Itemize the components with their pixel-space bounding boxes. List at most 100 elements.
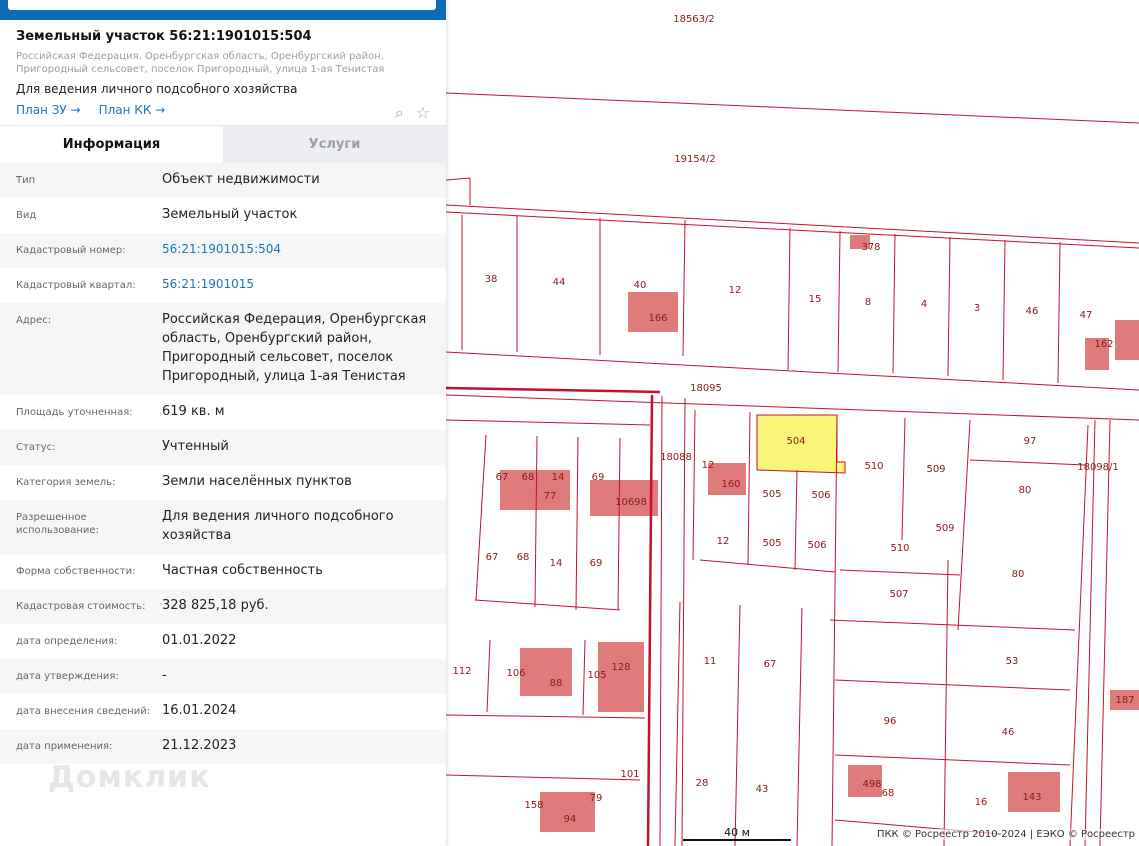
info-row: Тип Объект недвижимости [0,163,446,198]
parcel-label: 96 [884,716,897,727]
parcel-boundary [839,569,961,576]
parcel-boundary [957,419,971,631]
parcel-label: 509 [935,523,954,534]
info-row: Разрешенное использование: Для ведения ли… [0,500,446,554]
parcel-label: 187 [1115,695,1134,706]
parcel-label: 378 [861,242,880,253]
parcel-label: 43 [756,784,769,795]
building [628,292,678,332]
parcel-boundary [445,211,1139,249]
parcel-boundary [575,436,579,611]
map-attribution: ПКК © Росреестр 2010-2024 | ЕЭКО © Росре… [876,829,1135,840]
search-document-icon[interactable]: ⌕ [395,103,404,123]
row-label: дата утверждения: [16,671,119,682]
info-row: дата применения: 21.12.2023 [0,729,446,764]
star-icon[interactable]: ☆ [416,103,430,123]
parcel-label: 166 [648,313,667,324]
parcel-boundary [1084,419,1096,846]
parcel-boundary [445,204,1139,244]
parcel-boundary [837,230,841,373]
parcel-boundary [787,227,791,371]
search-input[interactable] [8,0,436,10]
row-value: Российская Федерация, Оренбургская облас… [162,312,427,384]
parcel-boundary [445,714,646,719]
parcel-boundary [646,394,654,846]
parcel-boundary [445,177,471,181]
parcel-label: 67 [486,552,499,563]
row-label: дата внесения сведений: [16,706,151,717]
parcel-boundary [474,599,621,611]
info-row: дата внесения сведений: 16.01.2024 [0,694,446,729]
plan-zu-link[interactable]: План ЗУ → [16,103,81,123]
parcel-label: 68 [517,552,530,563]
parcel-boundary [1069,424,1089,846]
row-value: Земли населённых пунктов [162,474,352,489]
parcel-boundary [969,459,1086,466]
parcel-label: 506 [811,490,830,501]
plan-kk-link[interactable]: План КК → [99,103,166,123]
tab-services[interactable]: Услуги [223,126,446,163]
info-row: Кадастровая стоимость: 328 825,18 руб. [0,589,446,624]
row-value: Объект недвижимости [162,172,320,187]
parcel-label: 44 [553,277,566,288]
parcel-boundary [445,92,1139,124]
info-table: Тип Объект недвижимости Вид Земельный участ… [0,163,446,764]
parcel-label: 40 [634,280,647,291]
row-value: 619 кв. м [162,404,225,419]
parcel-label: 80 [1012,569,1025,580]
row-value: 16.01.2024 [162,703,237,718]
parcel-address: Российская Федерация, Оренбургская облас… [16,51,385,75]
parcel-boundary [947,236,951,377]
row-value[interactable]: 56:21:1901015 [162,275,430,294]
parcel-label: 18098/1 [1077,462,1119,473]
parcel-label: 12 [702,460,715,471]
parcel-label: 67 [764,659,777,670]
parcel-label: 498 [862,779,881,790]
parcel-boundary [734,604,741,846]
parcel-boundary [1057,241,1061,384]
parcel-label: 506 [807,540,826,551]
parcel-label: 46 [1026,306,1039,317]
parcel-boundary [834,679,1071,691]
parcel-boundary [747,411,751,566]
parcel-boundary [1099,419,1111,846]
row-label: Категория земель: [16,477,116,488]
parcel-boundary [831,414,838,846]
parcel-purpose: Для ведения личного подсобного хозяйства [16,82,298,96]
parcel-label: 67 [496,472,509,483]
row-label: Разрешенное использование: [16,512,99,536]
parcel-label: 94 [564,814,577,825]
parcel-label: 504 [786,436,805,447]
row-label: Кадастровая стоимость: [16,601,146,612]
parcel-label: 162 [1094,339,1113,350]
parcel-label: 38 [485,274,498,285]
parcel-label: 509 [926,464,945,475]
parcel-label: 15 [809,294,822,305]
parcel-label: 79 [590,793,603,804]
parcel-label: 16 [975,797,988,808]
info-row: Форма собственности: Частная собственност… [0,554,446,589]
row-label: Площадь уточненная: [16,407,133,418]
parcel-boundary [901,417,906,541]
info-row: Площадь уточненная: 619 кв. м [0,395,446,430]
parcel-label: 128 [611,662,630,673]
parcel-boundary [617,437,621,611]
parcel-label: 3 [974,303,980,314]
tab-information[interactable]: Информация [0,126,223,163]
row-label: Вид [16,210,37,221]
parcel-label: 112 [452,666,471,677]
parcel-label: 505 [762,538,781,549]
parcel-label: 97 [1024,436,1037,447]
row-value[interactable]: 56:21:1901015:504 [162,240,430,259]
parcel-label: 105 [587,670,606,681]
parcel-label: 8 [865,297,871,308]
row-value: Частная собственность [162,563,323,578]
info-row: Вид Земельный участок [0,198,446,233]
parcel-label: 510 [864,461,883,472]
building [540,792,595,832]
parcel-label: 160 [721,479,740,490]
parcel-label: 46 [1002,727,1015,738]
parcel-label: 28 [696,778,709,789]
info-row: Кадастровый номер: 56:21:1901015:504 [0,233,446,268]
row-value: 328 825,18 руб. [162,598,269,613]
